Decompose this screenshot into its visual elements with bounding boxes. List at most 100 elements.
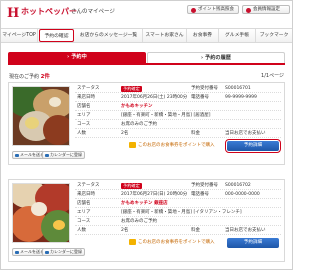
visit-datetime-label: 来店日時 (77, 192, 95, 197)
area-label: エリア (77, 210, 91, 215)
ticket-icon (129, 238, 136, 245)
status-label: ステータス (77, 183, 100, 188)
restaurant-photo[interactable] (12, 86, 70, 146)
add-calendar-label: カレンダーに登録 (50, 249, 82, 254)
info-row: 人数 2名 料金 当日お店でお支払い (75, 130, 281, 138)
nav-item-meal-tickets[interactable]: お食事券 (187, 29, 219, 42)
reservation-number-label: 予約受付番号 (191, 183, 218, 188)
mypage-title: さんのマイページ (71, 9, 115, 15)
course-value: お席のみのご予約 (121, 219, 157, 224)
info-row: 来店日時 2017年06月27日(日) 20時00分 電話番号 000-0000… (75, 191, 281, 199)
party-size-value: 2名 (121, 228, 129, 233)
phone-value: 99-9999-9999 (225, 95, 257, 100)
course-label: コース (77, 219, 91, 224)
nav-item-mypage-top[interactable]: マイページTOP (1, 29, 38, 42)
info-row: 来店日時 2017年06月26日(土) 23時00分 電話番号 99-9999-… (75, 94, 281, 102)
pagination: 1/1ページ (261, 73, 284, 79)
status-badge: 予約確定 (121, 183, 142, 189)
info-row: ステータス 予約確定 予約受付番号 S00016701 (75, 85, 281, 93)
points-balance-button[interactable]: ポイント残高照会 (187, 5, 239, 14)
party-size-label: 人数 (77, 131, 86, 136)
mail-icon (15, 153, 19, 157)
restaurant-photo[interactable] (12, 183, 70, 243)
main-nav: マイページTOP 予約の確認 お店からのメッセージ一覧 スマートお家さん お食事… (1, 28, 292, 43)
status-label: ステータス (77, 86, 100, 91)
chevron-right-icon: › (67, 54, 70, 60)
reservation-tabs: › 予約中 › 予約の履歴 (8, 52, 285, 65)
page: H ホットペッパー さんのマイページ ポイント残高照会 会員情報設定 マイページ… (0, 0, 293, 270)
tab-current-reservations[interactable]: › 予約中 (8, 52, 146, 63)
info-row: エリア [銀座・有楽町・新橋・築地・月島] [イタリアン・フレンチ] (75, 209, 281, 217)
phone-value: 000-0000-0000 (225, 192, 260, 197)
phone-label: 電話番号 (191, 95, 209, 100)
info-row: コース お席のみのご予約 (75, 218, 281, 226)
reservation-number-value: S00016702 (225, 183, 251, 188)
shop-name-link[interactable]: かもめキッチン 銀座店 (121, 200, 168, 208)
visit-datetime-value: 2017年06月26日(土) 23時00分 (121, 95, 188, 100)
logo-text[interactable]: ホットペッパー (21, 7, 77, 16)
course-label: コース (77, 122, 91, 127)
calendar-icon (45, 153, 49, 157)
reservation-card: メールを送る カレンダーに登録 ステータス 予約確定 予約受付番号 S00016… (8, 82, 285, 165)
reservation-count-value: 2件 (40, 74, 50, 80)
send-mail-label: メールを送る (20, 249, 44, 254)
nav-item-gourmet-notebook[interactable]: グルメ手帳 (219, 29, 256, 42)
reservation-count-prefix: 現在のご予約 (9, 74, 40, 80)
chevron-right-icon: › (200, 55, 204, 61)
points-icon (191, 7, 196, 13)
member-icon (246, 7, 251, 13)
buy-meal-ticket-link[interactable]: このお店のお食事券をポイントで購入 (129, 141, 215, 150)
buy-meal-ticket-label: このお店のお食事券をポイントで購入 (138, 240, 215, 245)
mail-icon (15, 250, 19, 254)
party-size-label: 人数 (77, 228, 86, 233)
reservation-number-value: S00016701 (225, 86, 251, 91)
shop-name-link[interactable]: かもめキッチン (121, 103, 153, 111)
header: H ホットペッパー さんのマイページ ポイント残高照会 会員情報設定 (1, 1, 292, 28)
nav-item-bookmarks[interactable]: ブックマーク (256, 29, 292, 42)
ticket-icon (129, 141, 136, 148)
reservation-detail-button[interactable]: 予約詳細 (227, 238, 279, 248)
nav-item-smart-home[interactable]: スマートお家さん (143, 29, 187, 42)
send-mail-label: メールを送る (20, 152, 44, 157)
visit-datetime-value: 2017年06月27日(日) 20時00分 (121, 192, 188, 197)
phone-label: 電話番号 (191, 192, 209, 197)
buy-meal-ticket-label: このお店のお食事券をポイントで購入 (138, 143, 215, 148)
course-value: お席のみのご予約 (121, 122, 157, 127)
tab-reservation-history[interactable]: › 予約の履歴 (147, 52, 285, 63)
visit-datetime-label: 来店日時 (77, 95, 95, 100)
fee-label: 料金 (191, 131, 200, 136)
nav-item-shop-messages[interactable]: お店からのメッセージ一覧 (75, 29, 143, 42)
add-calendar-label: カレンダーに登録 (50, 152, 82, 157)
tab-history-label: 予約の履歴 (205, 55, 231, 61)
buy-meal-ticket-link[interactable]: このお店のお食事券をポイントで購入 (129, 238, 215, 247)
add-calendar-button[interactable]: カレンダーに登録 (42, 151, 85, 159)
fee-value: 当日お店でお支払い (225, 228, 266, 233)
fee-value: 当日お店でお支払い (225, 131, 266, 136)
logo-mark[interactable]: H (7, 7, 19, 20)
info-row: 店舗名 かもめキッチン 銀座店 (75, 200, 281, 208)
info-row: エリア [銀座・有楽町・新橋・築地・月島] [居酒屋] (75, 112, 281, 120)
area-value: [銀座・有楽町・新橋・築地・月島] [居酒屋] (121, 113, 211, 118)
reservation-count: 現在のご予約 2件 (9, 72, 50, 80)
info-row: 店舗名 かもめキッチン (75, 103, 281, 111)
points-balance-label: ポイント残高照会 (198, 7, 234, 12)
add-calendar-button[interactable]: カレンダーに登録 (42, 248, 85, 256)
fee-label: 料金 (191, 228, 200, 233)
tab-current-label: 予約中 (71, 54, 87, 60)
shop-name-label: 店舗名 (77, 201, 91, 206)
nav-item-reservations[interactable]: 予約の確認 (39, 29, 74, 42)
reservation-detail-button[interactable]: 予約詳細 (224, 138, 282, 154)
reservation-card: メールを送る カレンダーに登録 ステータス 予約確定 予約受付番号 S00016… (8, 179, 285, 262)
reservation-number-label: 予約受付番号 (191, 86, 218, 91)
member-settings-label: 会員情報設定 (253, 7, 280, 12)
area-value: [銀座・有楽町・新橋・築地・月島] [イタリアン・フレンチ] (121, 210, 242, 215)
area-label: エリア (77, 113, 91, 118)
info-row: 人数 2名 料金 当日お店でお支払い (75, 227, 281, 235)
shop-name-label: 店舗名 (77, 104, 91, 109)
member-settings-button[interactable]: 会員情報設定 (242, 5, 290, 14)
info-row: ステータス 予約確定 予約受付番号 S00016702 (75, 182, 281, 190)
status-badge: 予約確定 (121, 86, 142, 92)
party-size-value: 2名 (121, 131, 129, 136)
calendar-icon (45, 250, 49, 254)
info-row: コース お席のみのご予約 (75, 121, 281, 129)
